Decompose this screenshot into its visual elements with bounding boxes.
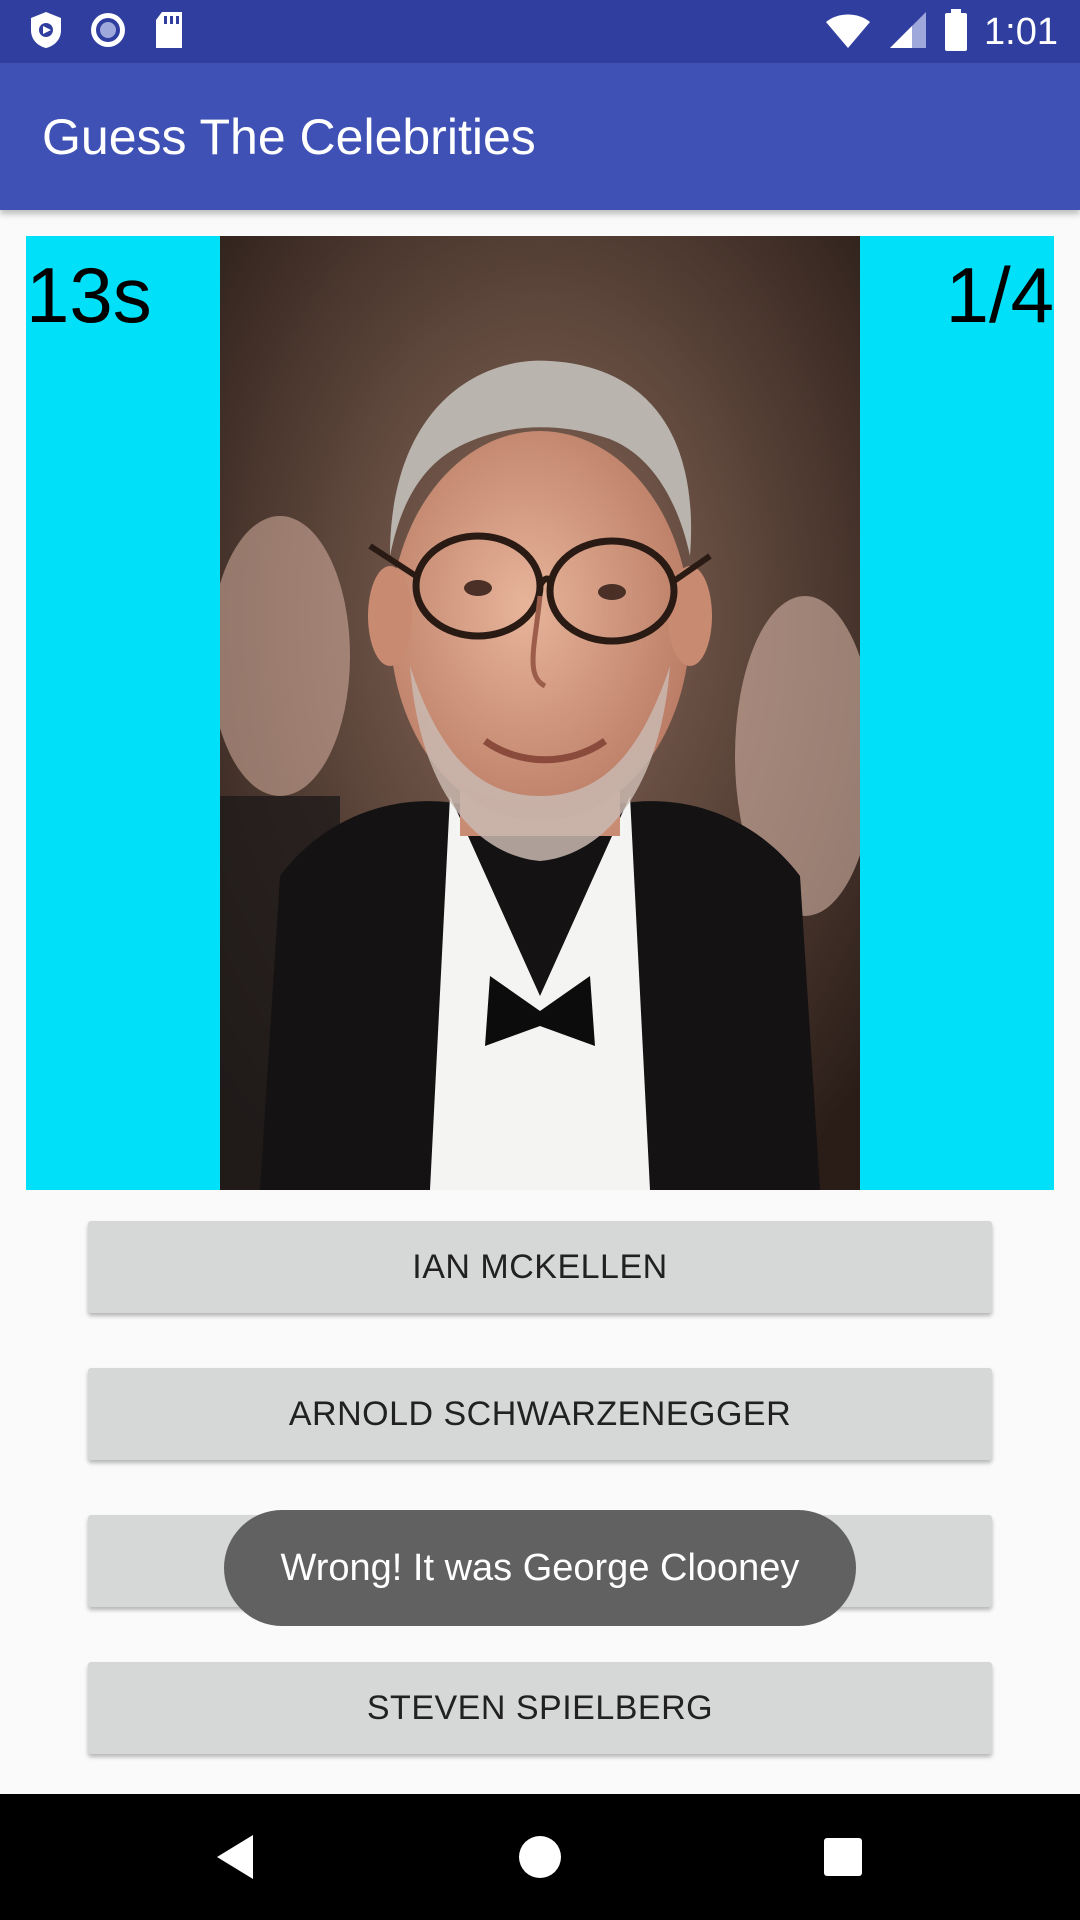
answer-button-2[interactable]: ARNOLD SCHWARZENEGGER — [88, 1368, 992, 1460]
recents-icon[interactable] — [808, 1794, 878, 1920]
sd-card-icon — [152, 10, 186, 55]
timer-text: 13s — [26, 251, 152, 339]
celebrity-portrait — [220, 236, 860, 1190]
signal-icon — [888, 10, 928, 55]
game-panel: 13s 1/4 — [26, 236, 1054, 1190]
back-icon[interactable] — [200, 1794, 270, 1920]
progress-text: 1/4 — [945, 251, 1054, 339]
navigation-bar — [0, 1794, 1080, 1920]
home-icon[interactable] — [505, 1794, 575, 1920]
toast-message: Wrong! It was George Clooney — [224, 1510, 856, 1626]
app-title: Guess The Celebrities — [42, 109, 536, 165]
status-bar: 1:01 — [0, 0, 1080, 63]
answer-button-1[interactable]: IAN MCKELLEN — [88, 1221, 992, 1313]
app-bar: Guess The Celebrities — [0, 63, 1080, 210]
shield-icon — [28, 10, 64, 55]
clock: 1:01 — [984, 10, 1058, 53]
answer-button-4[interactable]: STEVEN SPIELBERG — [88, 1662, 992, 1754]
record-icon — [88, 10, 128, 55]
wifi-icon — [824, 10, 872, 55]
battery-icon — [944, 8, 968, 56]
